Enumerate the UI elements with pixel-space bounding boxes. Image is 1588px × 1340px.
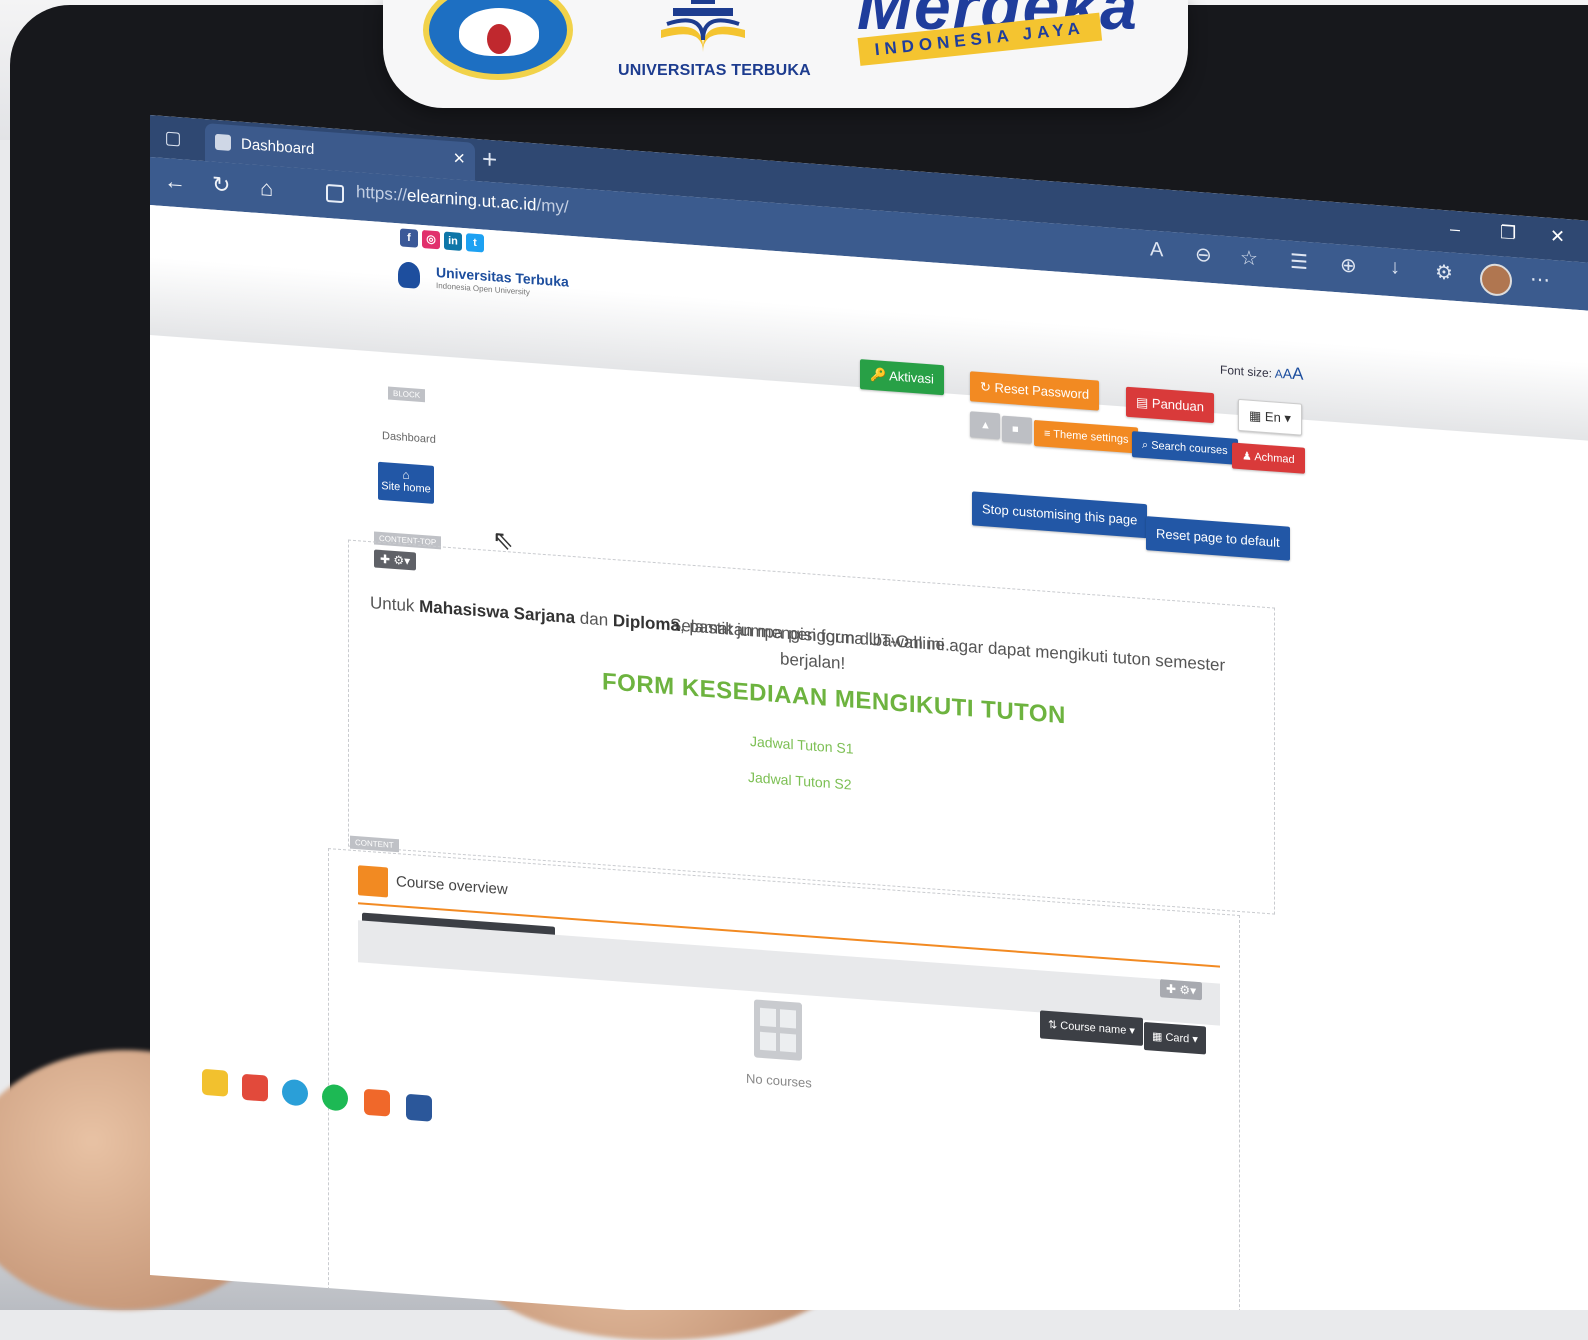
view-dropdown[interactable]: ▦ Card ▾: [1144, 1021, 1206, 1055]
search-courses-label: Search courses: [1151, 439, 1228, 458]
aktivasi-label: Aktivasi: [889, 368, 934, 387]
font-size-medium[interactable]: A: [1283, 365, 1292, 382]
stop-customising-label: Stop customising this page: [982, 501, 1138, 528]
file-explorer-icon[interactable]: [202, 1068, 228, 1097]
course-overview-icon: [358, 865, 388, 898]
panduan-button[interactable]: ▤ Panduan: [1126, 386, 1214, 424]
reset-page-button[interactable]: Reset page to default: [1146, 516, 1290, 561]
url-host: elearning.ut.ac.id: [407, 185, 537, 215]
close-window-icon[interactable]: ✕: [1550, 226, 1565, 248]
content-top-region: [348, 539, 1275, 915]
collections-icon[interactable]: ⊕: [1340, 252, 1357, 278]
view-label: Card: [1165, 1031, 1190, 1046]
sort-label: Course name: [1060, 1019, 1127, 1037]
language-select[interactable]: ▦ En ▾: [1238, 398, 1302, 436]
stop-customising-button[interactable]: Stop customising this page: [972, 491, 1148, 539]
favorite-icon[interactable]: ☆: [1240, 245, 1258, 271]
info-bold-diploma: Diploma: [612, 610, 680, 635]
back-icon[interactable]: ←: [164, 168, 186, 196]
home-icon[interactable]: ⌂: [260, 175, 273, 202]
minimize-icon[interactable]: –: [1450, 218, 1460, 240]
tab-actions-icon[interactable]: ▢: [160, 124, 186, 152]
edge-browser-icon[interactable]: [282, 1078, 308, 1107]
panduan-label: Panduan: [1151, 395, 1204, 415]
tab-title: Dashboard: [241, 135, 315, 159]
laptop-screen: ▢ Dashboard × + ← ↻ ⌂ https://elearning.…: [150, 115, 1588, 1310]
language-label: En: [1264, 408, 1281, 426]
favicon-icon: [215, 133, 231, 151]
site-home-button[interactable]: ⌂ Site home: [378, 461, 434, 504]
block-region-label: BLOCK: [388, 386, 426, 403]
theme-settings-button[interactable]: ≡ Theme settings: [1034, 419, 1139, 454]
refresh-icon[interactable]: ↻: [212, 172, 230, 199]
word-icon[interactable]: [406, 1093, 432, 1122]
user-name: Achmad: [1254, 451, 1295, 467]
lock-icon[interactable]: [326, 183, 344, 204]
url-path: /my/: [536, 195, 569, 217]
read-aloud-icon[interactable]: A: [1150, 238, 1163, 262]
reset-page-label: Reset page to default: [1156, 525, 1280, 550]
reset-password-label: Reset Password: [994, 380, 1090, 402]
ut-logo-text: UNIVERSITAS TERBUKA: [618, 62, 811, 79]
font-size-label: Font size:: [1220, 362, 1273, 381]
theme-settings-label: Theme settings: [1053, 428, 1129, 446]
twitter-icon[interactable]: t: [466, 233, 484, 253]
restore-icon[interactable]: ❐: [1500, 222, 1516, 244]
search-courses-button[interactable]: ⌕ Search courses: [1132, 431, 1238, 465]
kemendikbud-logo-icon: [423, 0, 573, 80]
instagram-icon[interactable]: ◎: [422, 229, 440, 250]
favorites-list-icon[interactable]: ☰: [1290, 249, 1308, 275]
extensions-icon[interactable]: ⚙: [1435, 259, 1453, 285]
linkedin-icon[interactable]: in: [444, 231, 462, 251]
font-size-large[interactable]: A: [1292, 364, 1303, 384]
close-tab-icon[interactable]: ×: [453, 147, 465, 171]
aktivasi-button[interactable]: 🔑 Aktivasi: [860, 359, 944, 396]
office-app-icon[interactable]: [364, 1088, 390, 1117]
zoom-icon[interactable]: ⊖: [1195, 242, 1212, 268]
messages-icon[interactable]: ■: [1002, 415, 1032, 444]
app-icon[interactable]: [242, 1073, 268, 1102]
new-tab-icon[interactable]: +: [482, 143, 497, 175]
notifications-icon[interactable]: ▲: [970, 411, 1000, 440]
site-home-label: Site home: [381, 479, 431, 496]
ut-logo-icon[interactable]: [398, 261, 420, 289]
no-courses-icon: [754, 999, 802, 1061]
info-prefix: Untuk: [370, 593, 420, 616]
facebook-icon[interactable]: f: [400, 228, 418, 248]
user-menu-button[interactable]: ♟ Achmad: [1232, 442, 1305, 474]
download-icon[interactable]: ↓: [1390, 256, 1400, 280]
more-icon[interactable]: ⋯: [1530, 266, 1550, 292]
course-block-move-control[interactable]: ✚ ⚙▾: [1160, 979, 1203, 1001]
logo-banner: UNIVERSITAS TERBUKA Merdeka INDONESIA JA…: [383, 0, 1188, 108]
profile-avatar[interactable]: [1480, 262, 1512, 298]
mouse-pointer-icon: ⇖: [492, 524, 514, 556]
font-size-small[interactable]: A: [1275, 367, 1283, 382]
ut-book-logo-icon: [661, 0, 745, 52]
breadcrumb[interactable]: Dashboard: [382, 430, 436, 446]
address-bar[interactable]: https://elearning.ut.ac.id/my/: [356, 182, 569, 218]
info-mid: dan: [575, 608, 613, 630]
url-prefix: https://: [356, 182, 408, 205]
